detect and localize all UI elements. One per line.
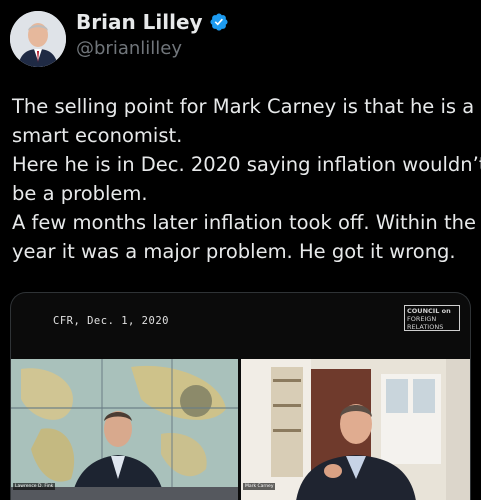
speaker-right-image: [241, 359, 470, 500]
verified-badge-icon: [210, 13, 228, 31]
user-avatar-icon: [10, 11, 66, 67]
video-date-caption: CFR, Dec. 1, 2020: [53, 315, 169, 327]
tweet-line: Here he is in Dec. 2020 saying inflation…: [12, 153, 481, 176]
cfr-logo: COUNCIL on FOREIGN RELATIONS: [404, 305, 460, 331]
video-pane-right: Mark Carney: [241, 359, 470, 500]
author-handle[interactable]: @brianlilley: [76, 38, 182, 59]
tweet-line: year it was a major problem. He got it w…: [12, 240, 456, 263]
speaker-left-image: [11, 359, 238, 500]
cfr-logo-line: FOREIGN: [407, 315, 437, 323]
author-avatar[interactable]: [10, 11, 66, 67]
tweet-line: A few months later inflation took off. W…: [12, 211, 476, 234]
video-pane-left: Lawrence D. Fink: [11, 359, 238, 500]
tweet-line: smart economist.: [12, 124, 183, 147]
speaker-right-label: Mark Carney: [243, 483, 276, 490]
cfr-logo-line: COUNCIL on: [407, 307, 451, 315]
author-display-name[interactable]: Brian Lilley: [76, 10, 203, 34]
video-player[interactable]: CFR, Dec. 1, 2020 COUNCIL on FOREIGN REL…: [10, 292, 471, 500]
tweet-line: be a problem.: [12, 182, 148, 205]
tweet-text: The selling point for Mark Carney is tha…: [12, 92, 481, 266]
tweet-line: The selling point for Mark Carney is tha…: [12, 95, 475, 118]
speaker-left-label: Lawrence D. Fink: [13, 483, 56, 490]
cfr-logo-line: RELATIONS: [407, 323, 444, 331]
